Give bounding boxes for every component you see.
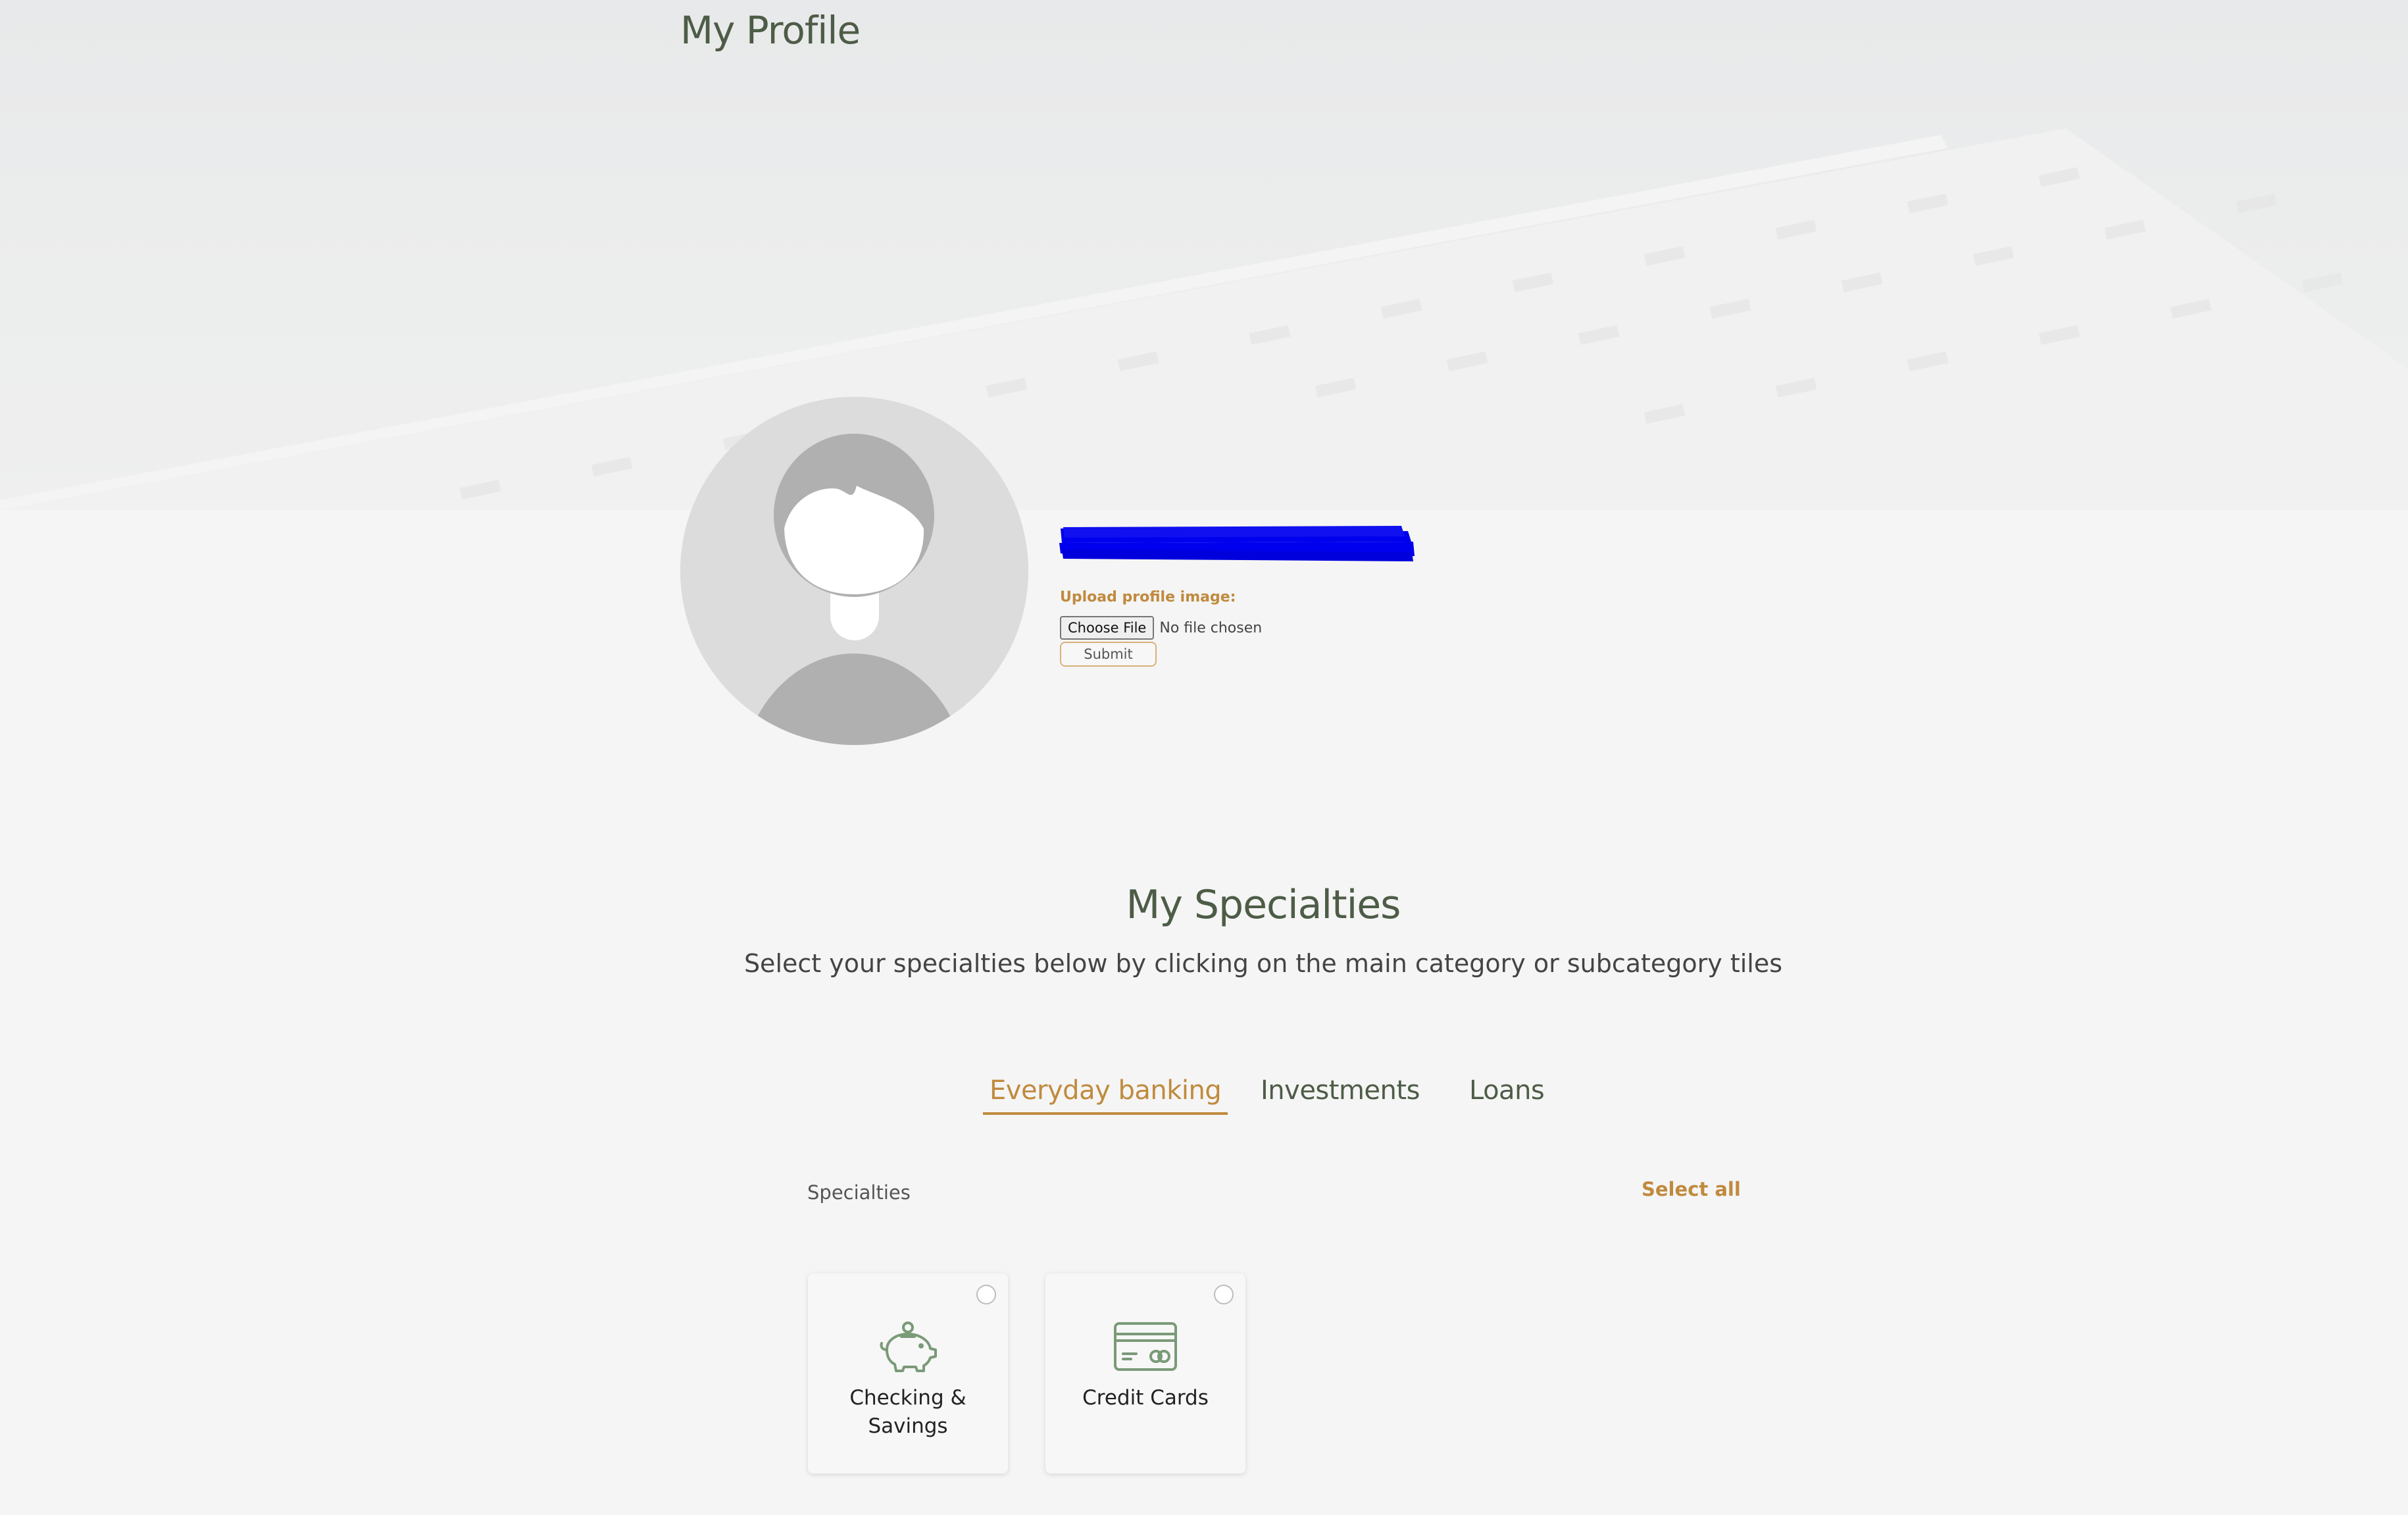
tile-label: Credit Cards bbox=[1082, 1386, 1209, 1410]
specialty-tile-credit-cards[interactable]: Credit Cards bbox=[1045, 1273, 1245, 1474]
specialties-list-label: Specialties bbox=[807, 1181, 911, 1204]
user-silhouette-icon bbox=[680, 397, 1028, 745]
page-title: My Profile bbox=[680, 8, 861, 53]
tab-everyday-banking[interactable]: Everyday banking bbox=[983, 1075, 1228, 1115]
tile-radio[interactable] bbox=[1214, 1285, 1234, 1304]
tab-loans[interactable]: Loans bbox=[1463, 1075, 1551, 1112]
redacted-user-name bbox=[1059, 526, 1415, 561]
tab-investments[interactable]: Investments bbox=[1254, 1075, 1426, 1112]
upload-profile-image-label: Upload profile image: bbox=[1060, 589, 1236, 605]
specialties-title: My Specialties bbox=[1126, 882, 1401, 928]
avatar bbox=[680, 397, 1028, 745]
specialty-tile-checking-savings[interactable]: Checking & Savings bbox=[808, 1273, 1008, 1474]
specialties-subtitle: Select your specialties below by clickin… bbox=[743, 949, 1783, 978]
credit-card-icon bbox=[1114, 1322, 1177, 1371]
keyboard-background-graphic bbox=[0, 128, 2408, 510]
tile-label: Checking & Savings bbox=[849, 1386, 966, 1438]
submit-button[interactable]: Submit bbox=[1060, 642, 1157, 667]
file-picker: Choose File No file chosen bbox=[1060, 616, 1262, 640]
profile-hero-banner: My Profile bbox=[0, 0, 2408, 510]
piggy-bank-icon bbox=[880, 1322, 937, 1372]
select-all-link[interactable]: Select all bbox=[1642, 1178, 1741, 1200]
no-file-chosen-text: No file chosen bbox=[1159, 619, 1263, 636]
tile-radio[interactable] bbox=[976, 1285, 996, 1304]
choose-file-button[interactable]: Choose File bbox=[1060, 616, 1155, 640]
